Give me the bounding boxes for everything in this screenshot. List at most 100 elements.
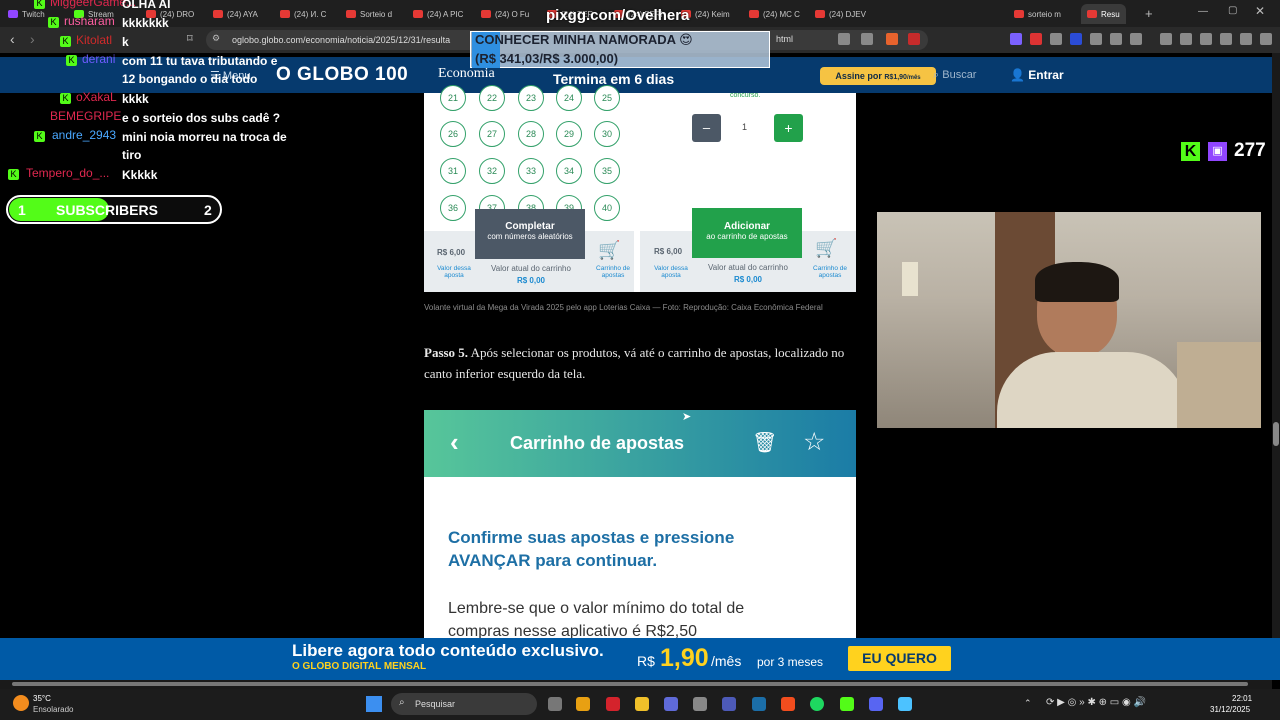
brave-rewards-icon[interactable] xyxy=(908,33,920,45)
browser-tab[interactable]: (24) DJEV xyxy=(815,4,866,24)
number-ball[interactable]: 34 xyxy=(556,158,582,184)
extension-icon[interactable] xyxy=(1050,33,1062,45)
scrollbar-thumb[interactable] xyxy=(1273,422,1279,446)
leo-ai-icon[interactable] xyxy=(1220,33,1232,45)
extension-icon[interactable] xyxy=(1070,33,1082,45)
cart-icon[interactable]: 🛒 xyxy=(598,240,620,261)
hair-shape xyxy=(1035,262,1119,302)
search-button[interactable]: ⌕ Buscar xyxy=(933,69,976,82)
number-ball[interactable]: 22 xyxy=(479,85,505,111)
steam-icon[interactable] xyxy=(752,697,766,711)
media-icon[interactable] xyxy=(1160,33,1172,45)
browser-tab[interactable]: (24) A PIC xyxy=(413,4,463,24)
notepad-icon[interactable] xyxy=(898,697,912,711)
extensions-puzzle-icon[interactable] xyxy=(1110,33,1122,45)
horizontal-scrollbar-thumb[interactable] xyxy=(12,682,1248,686)
number-ball[interactable]: 35 xyxy=(594,158,620,184)
wallet-icon[interactable] xyxy=(1200,33,1212,45)
browser-tab[interactable]: sorteio m xyxy=(1014,4,1061,24)
browser-tab[interactable]: (24) MC C xyxy=(749,4,800,24)
page-scrollbar[interactable] xyxy=(1272,53,1280,680)
eu-quero-button[interactable]: EU QUERO xyxy=(848,646,951,671)
completar-button[interactable]: Completar com números aleatórios xyxy=(475,209,585,259)
chat-username: oXakaL xyxy=(76,90,117,104)
browser-tab[interactable]: (24) O Fu xyxy=(481,4,529,24)
tray-icons[interactable]: ⟳ ▶ ◎ » ✱ ⊕ ▭ ◉ 🔊 xyxy=(1046,697,1146,708)
forward-icon[interactable]: › xyxy=(30,31,35,47)
number-ball[interactable]: 27 xyxy=(479,121,505,147)
back-icon[interactable]: ‹ xyxy=(10,31,15,47)
number-ball[interactable]: 36 xyxy=(440,195,466,221)
browser-tab[interactable]: Sorteio d xyxy=(346,4,392,24)
extension-icon[interactable] xyxy=(1090,33,1102,45)
minimize-button[interactable]: — xyxy=(1198,6,1208,17)
spotify-icon[interactable] xyxy=(810,697,824,711)
tray-chevron-icon[interactable]: ⌃ xyxy=(1024,698,1032,709)
number-ball[interactable]: 28 xyxy=(518,121,544,147)
menu-icon[interactable] xyxy=(1260,33,1272,45)
number-ball[interactable]: 33 xyxy=(518,158,544,184)
section-title[interactable]: Economia xyxy=(438,66,495,82)
adicionar-label: Adicionar xyxy=(723,221,771,232)
share-icon[interactable] xyxy=(861,33,873,45)
minus-button[interactable]: – xyxy=(692,114,721,142)
number-ball[interactable]: 21 xyxy=(440,85,466,111)
subs-bar: 1 SUBSCRIBERS 2 xyxy=(6,195,222,224)
site-logo[interactable]: O GLOBO 100 xyxy=(276,64,408,86)
adicionar-sub: ao carrinho de apostas xyxy=(706,232,788,241)
trash-icon[interactable]: 🗑 xyxy=(752,430,777,455)
vpn-icon[interactable] xyxy=(1240,33,1252,45)
sidebar-icon[interactable] xyxy=(1180,33,1192,45)
number-ball[interactable]: 31 xyxy=(440,158,466,184)
maximize-button[interactable]: ▢ xyxy=(1228,5,1237,16)
tab-label: (24) DJEV xyxy=(829,9,866,19)
number-ball[interactable]: 30 xyxy=(594,121,620,147)
star-icon[interactable]: ☆ xyxy=(803,427,825,457)
reader-icon[interactable] xyxy=(838,33,850,45)
number-ball[interactable]: 25 xyxy=(594,85,620,111)
file-explorer-icon[interactable] xyxy=(635,697,649,711)
opera-icon[interactable] xyxy=(606,697,620,711)
number-ball[interactable]: 23 xyxy=(518,85,544,111)
brave-shield-icon[interactable] xyxy=(886,33,898,45)
extension-icon[interactable] xyxy=(1030,33,1042,45)
chat-username: andre_2943 xyxy=(52,128,117,142)
close-window-button[interactable]: ✕ xyxy=(1255,4,1265,18)
chrome-icon[interactable] xyxy=(576,697,590,711)
kick-icon[interactable] xyxy=(840,697,854,711)
shirt-shape xyxy=(997,352,1187,428)
app-icon[interactable] xyxy=(664,697,678,711)
plus-button[interactable]: + xyxy=(774,114,803,142)
extension-icon[interactable] xyxy=(1130,33,1142,45)
cart-icon[interactable]: 🛒 xyxy=(815,238,837,259)
app-icon[interactable] xyxy=(693,697,707,711)
number-ball[interactable]: 32 xyxy=(479,158,505,184)
login-button[interactable]: 👤 Entrar xyxy=(1010,68,1064,82)
extension-icon[interactable] xyxy=(1010,33,1022,45)
taskview-icon[interactable] xyxy=(548,697,562,711)
tab-favicon-icon xyxy=(346,10,356,18)
subs-right: 2 xyxy=(204,202,212,218)
back-arrow-icon[interactable]: ‹ xyxy=(450,427,459,458)
tab-label: (24) O Fu xyxy=(495,9,530,19)
discord-icon[interactable] xyxy=(869,697,883,711)
subscribe-button[interactable]: Assine por R$1,90/mês xyxy=(820,67,936,85)
taskbar-search[interactable]: Pesquisar xyxy=(391,693,537,715)
number-ball[interactable]: 26 xyxy=(440,121,466,147)
weather-icon xyxy=(13,695,29,711)
banner-title: Libere agora todo conteúdo exclusivo. xyxy=(292,641,604,660)
app-icon[interactable] xyxy=(722,697,736,711)
switch-plate xyxy=(902,262,918,296)
windows-start-icon[interactable] xyxy=(366,696,382,712)
url-end-text: html xyxy=(776,34,794,44)
number-ball[interactable]: 40 xyxy=(594,195,620,221)
valor-atual-value: R$ 0,00 xyxy=(733,275,763,284)
new-tab-button[interactable]: + xyxy=(1145,6,1153,21)
browser-tab[interactable]: Resu xyxy=(1081,4,1126,24)
number-ball[interactable]: 24 xyxy=(556,85,582,111)
chat-username: rusharam xyxy=(64,14,115,28)
number-ball[interactable]: 29 xyxy=(556,121,582,147)
adicionar-button[interactable]: Adicionar ao carrinho de apostas xyxy=(692,208,802,258)
valor-atual-label: Valor atual do carrinho xyxy=(491,264,571,273)
brave-icon[interactable] xyxy=(781,697,795,711)
